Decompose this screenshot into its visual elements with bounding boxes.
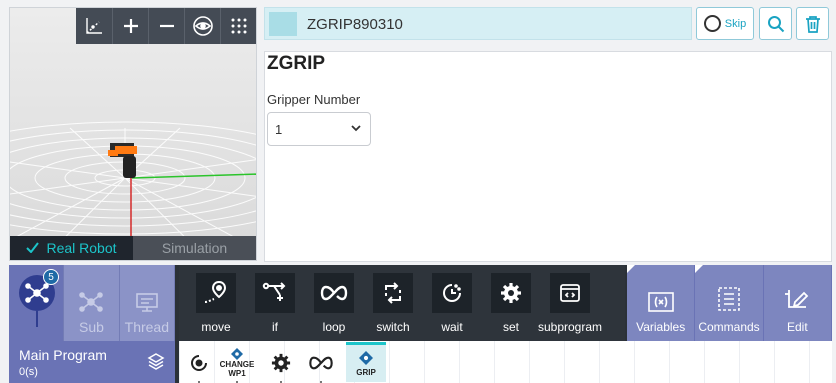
timeline-node-set[interactable] [263,345,299,383]
gripper-number-value: 1 [275,122,283,137]
edit-label: Edit [786,320,808,334]
gripper-number-label: Gripper Number [267,92,361,107]
branch-icon [255,273,295,313]
viewer-mode-tabs: Real Robot Simulation [10,236,256,260]
command-move[interactable]: move [193,273,239,334]
loop-icon [309,356,333,370]
search-button[interactable] [759,7,792,40]
variables-label: Variables [636,320,686,334]
robot-scene [10,8,256,260]
node-name-bar[interactable]: ZGRIP890310 [264,7,692,40]
main-count-badge: 5 [43,269,59,285]
command-label: subprogram [537,320,603,334]
tab-thread[interactable]: Thread [119,265,175,341]
node-title: ZGRIP [267,53,326,74]
gear-icon [271,353,291,373]
node-color-swatch[interactable] [269,12,297,36]
subprogram-icon [550,273,590,313]
corner-marker [627,265,635,273]
command-palette: move if loop switch wait set subprogram [179,265,625,341]
robot-3d-viewer[interactable]: Real Robot Simulation [9,7,257,261]
command-label: move [201,320,231,334]
tab-thread-label: Thread [124,319,169,335]
property-panel: ZGRIP Gripper Number 1 [264,51,832,262]
tab-simulation-label: Simulation [161,240,228,256]
editor-tools: Variables Commands Edit [627,265,832,341]
timeline-node-loop[interactable] [303,345,339,383]
command-loop[interactable]: loop [311,273,357,334]
command-switch[interactable]: switch [370,273,416,334]
command-if[interactable]: if [252,273,298,334]
move-icon [196,273,236,313]
waypoint-diamond-icon [359,350,373,365]
delete-button[interactable] [796,7,829,40]
timeline-node-grip[interactable]: GRIP [346,342,386,382]
node-name: ZGRIP890310 [307,16,403,33]
timeline-node-change-wp[interactable]: CHANGE WP1 [219,345,255,383]
skip-circle-icon [703,15,721,32]
main-program-row[interactable]: Main Program 0(s) [9,341,175,383]
chevron-down-icon [351,125,361,132]
search-icon [767,15,784,32]
command-set[interactable]: set [488,273,534,334]
check-icon [26,240,40,256]
eye-icon[interactable] [184,8,220,44]
skip-label: Skip [724,17,747,30]
sub-tree-icon [79,292,104,312]
zoom-in-icon[interactable] [112,8,148,44]
switch-icon [373,273,413,313]
gripper-number-select[interactable]: 1 [267,112,371,146]
variables-button[interactable]: Variables [627,265,696,341]
command-subprogram[interactable]: subprogram [538,273,602,334]
commands-button[interactable]: Commands [695,265,764,341]
tab-sub-label: Sub [79,319,104,335]
tab-real-robot-label: Real Robot [46,240,117,256]
tab-sub[interactable]: Sub [64,265,120,341]
trash-icon [805,15,820,33]
main-program-time: 0(s) [19,366,38,378]
timeline-node-wait[interactable] [181,345,217,383]
main-program-title: Main Program [19,347,107,363]
thread-icon [136,293,158,312]
change-line1: CHANGE [219,360,255,369]
edit-icon [785,290,809,308]
command-label: wait [441,320,463,334]
commands-list-icon [718,287,740,311]
corner-marker [695,265,704,273]
variables-icon [647,292,674,312]
layers-icon[interactable] [147,352,165,370]
skip-button[interactable]: Skip [696,7,754,40]
tab-main[interactable]: 5 [9,265,65,341]
wait-icon [432,273,472,313]
grid-icon[interactable] [220,8,256,44]
program-editor: 5 Sub Thread Main Program 0(s) move if l… [9,265,832,383]
viewer-toolbar [76,8,256,44]
gear-icon [491,273,531,313]
wait-icon [191,355,207,371]
command-label: switch [376,320,410,334]
command-wait[interactable]: wait [429,273,475,334]
zoom-out-icon[interactable] [148,8,184,44]
command-label: if [272,320,278,334]
loop-icon [314,273,354,313]
commands-label: Commands [698,320,760,334]
command-label: set [502,320,519,334]
program-tree-tabs: 5 Sub Thread [9,265,175,341]
waypoint-diamond-icon [231,348,243,360]
axis-icon[interactable] [76,8,112,44]
edit-button[interactable]: Edit [763,265,832,341]
tab-real-robot[interactable]: Real Robot [10,236,133,260]
program-timeline[interactable]: CHANGE WP1 GRIP [179,341,832,383]
change-line2: WP1 [228,369,246,378]
grip-label: GRIP [356,367,376,377]
app-root: Real Robot Simulation ZGRIP890310 Skip Z… [0,0,836,383]
tab-simulation[interactable]: Simulation [133,236,256,260]
command-label: loop [322,320,346,334]
